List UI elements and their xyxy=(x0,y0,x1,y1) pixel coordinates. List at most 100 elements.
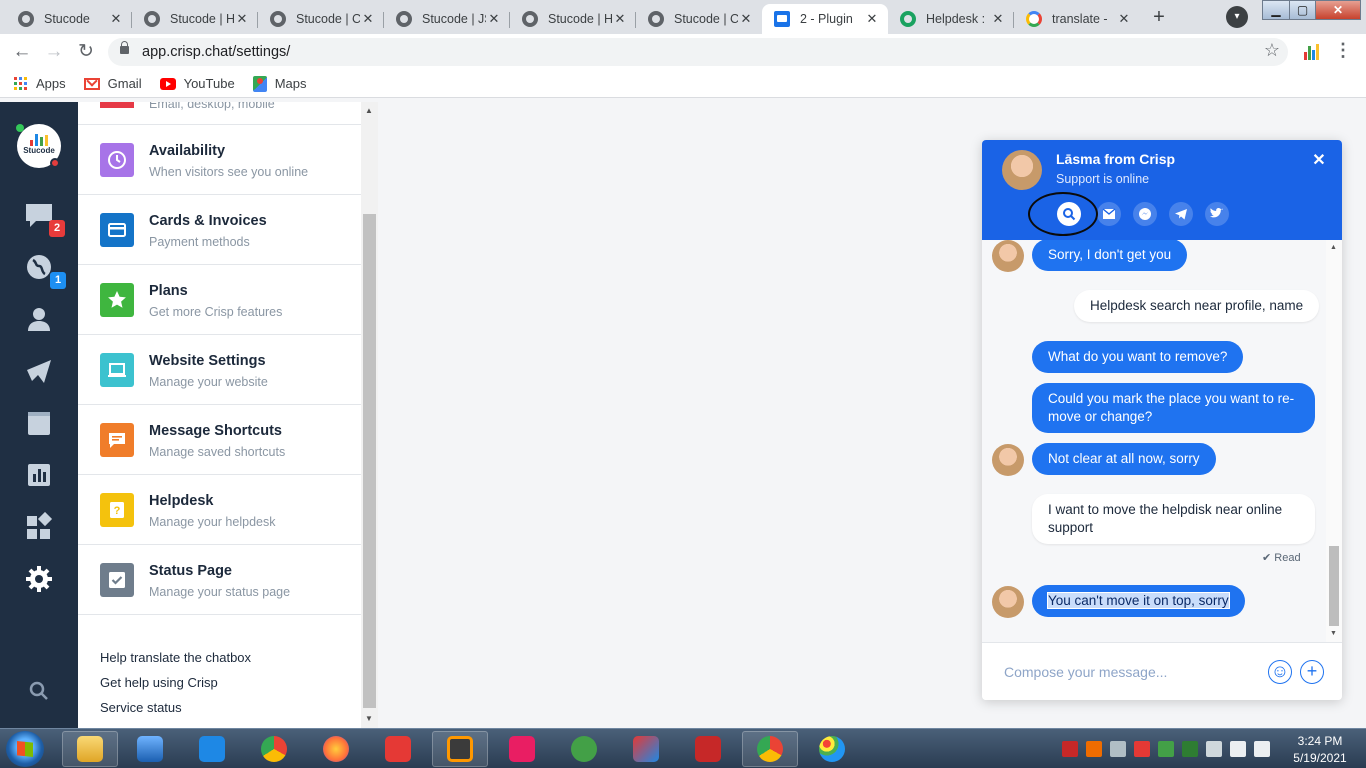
attach-plus-icon[interactable]: + xyxy=(1300,660,1324,684)
settings-item-availability[interactable]: Availability When visitors see you onlin… xyxy=(78,125,361,195)
chat-scrollbar[interactable]: ▲ ▼ xyxy=(1326,240,1342,642)
start-button[interactable] xyxy=(6,731,44,767)
scroll-up-arrow-icon[interactable]: ▲ xyxy=(365,106,373,115)
bookmark-maps[interactable]: Maps xyxy=(252,75,306,92)
browser-tab[interactable]: translate - ✕ xyxy=(1014,4,1140,34)
settings-item-status-page[interactable]: Status Page Manage your status page xyxy=(78,545,361,615)
forward-arrow-icon[interactable]: → xyxy=(42,40,66,64)
bookmarks-bar: Apps Gmail YouTube Maps xyxy=(0,70,1366,98)
telegram-icon[interactable] xyxy=(1169,202,1193,226)
app-icon[interactable] xyxy=(618,731,674,767)
window-maximize-button[interactable]: ▢ xyxy=(1289,0,1316,20)
tray-app-icon[interactable] xyxy=(1134,741,1150,757)
browser-tab-active[interactable]: 2 - Plugin ✕ xyxy=(762,4,888,34)
close-tab-icon[interactable]: ✕ xyxy=(486,11,502,27)
close-tab-icon[interactable]: ✕ xyxy=(990,11,1006,27)
close-chat-button[interactable]: ✕ xyxy=(1309,151,1329,171)
scrollbar-thumb[interactable] xyxy=(1329,546,1339,626)
close-tab-icon[interactable]: ✕ xyxy=(864,11,880,27)
chrome-active-icon[interactable] xyxy=(742,731,798,767)
scroll-up-arrow-icon[interactable]: ▲ xyxy=(1330,244,1337,251)
network-icon[interactable] xyxy=(1230,741,1246,757)
messenger-icon[interactable] xyxy=(1133,202,1157,226)
scroll-down-arrow-icon[interactable]: ▼ xyxy=(1330,630,1337,637)
plugins-icon[interactable] xyxy=(24,511,54,542)
screen-recorder-icon[interactable] xyxy=(680,731,736,767)
close-tab-icon[interactable]: ✕ xyxy=(234,11,250,27)
maps-app-icon[interactable] xyxy=(184,731,240,767)
close-tab-icon[interactable]: ✕ xyxy=(612,11,628,27)
settings-item-plans[interactable]: Plans Get more Crisp features xyxy=(78,265,361,335)
taskbar-clock[interactable]: 3:24 PM 5/19/2021 xyxy=(1284,733,1356,767)
operator-message: Not clear at all now, sorry xyxy=(1032,443,1216,475)
tab-search-icon[interactable]: ▾ xyxy=(1226,6,1248,28)
settings-scrollbar[interactable]: ▲ ▼ xyxy=(361,102,378,728)
extension-icon[interactable] xyxy=(1304,42,1320,60)
scrollbar-thumb[interactable] xyxy=(363,214,376,708)
scroll-down-arrow-icon[interactable]: ▼ xyxy=(365,714,373,723)
window-close-button[interactable]: ✕ xyxy=(1315,0,1361,20)
system-tray xyxy=(1062,741,1270,757)
bookmark-youtube[interactable]: YouTube xyxy=(159,76,235,91)
search-icon[interactable] xyxy=(28,680,50,702)
tray-app-icon[interactable] xyxy=(1158,741,1174,757)
close-tab-icon[interactable]: ✕ xyxy=(108,11,124,27)
emoji-icon[interactable]: ☺ xyxy=(1268,660,1292,684)
settings-item-notifications[interactable]: Email, desktop, mobile xyxy=(78,102,361,125)
settings-item-website-settings[interactable]: Website Settings Manage your website xyxy=(78,335,361,405)
tray-app-icon[interactable] xyxy=(1182,741,1198,757)
sublime-text-icon[interactable] xyxy=(432,731,488,767)
new-tab-button[interactable]: + xyxy=(1147,6,1171,30)
analytics-icon[interactable] xyxy=(24,460,54,490)
window-minimize-button[interactable]: ▁ xyxy=(1262,0,1290,20)
tray-app-icon[interactable] xyxy=(1110,741,1126,757)
paint-icon[interactable] xyxy=(804,731,860,767)
card-icon xyxy=(100,213,134,247)
settings-gear-icon[interactable] xyxy=(24,564,54,594)
chrome-icon[interactable] xyxy=(246,731,302,767)
settings-item-cards-invoices[interactable]: Cards & Invoices Payment methods xyxy=(78,195,361,265)
file-explorer-icon[interactable] xyxy=(62,731,118,767)
back-arrow-icon[interactable]: ← xyxy=(10,40,34,64)
browser-tab[interactable]: Stucode | JS ✕ xyxy=(384,4,510,34)
service-status-link[interactable]: Service status xyxy=(100,695,251,720)
reload-icon[interactable]: ↻ xyxy=(74,40,98,64)
tray-app-icon[interactable] xyxy=(1086,741,1102,757)
bookmark-apps[interactable]: Apps xyxy=(14,76,66,91)
email-icon[interactable] xyxy=(1097,202,1121,226)
close-tab-icon[interactable]: ✕ xyxy=(360,11,376,27)
campaigns-icon[interactable] xyxy=(24,356,54,386)
app-icon[interactable] xyxy=(370,731,426,767)
settings-item-message-shortcuts[interactable]: Message Shortcuts Manage saved shortcuts xyxy=(78,405,361,475)
video-app-icon[interactable] xyxy=(494,731,550,767)
tray-app-icon[interactable] xyxy=(1062,741,1078,757)
settings-item-title: Cards & Invoices xyxy=(149,213,267,229)
browser-tab[interactable]: Helpdesk : ✕ xyxy=(888,4,1014,34)
get-help-link[interactable]: Get help using Crisp xyxy=(100,670,251,695)
globe-icon xyxy=(396,11,412,27)
contacts-icon[interactable] xyxy=(24,304,54,334)
settings-item-helpdesk[interactable]: ? Helpdesk Manage your helpdesk xyxy=(78,475,361,545)
bookmark-star-icon[interactable]: ☆ xyxy=(1264,40,1280,61)
address-bar[interactable]: app.crisp.chat/settings/ ☆ xyxy=(108,38,1288,66)
media-player-icon[interactable] xyxy=(122,731,178,767)
twitter-icon[interactable] xyxy=(1205,202,1229,226)
tray-app-icon[interactable] xyxy=(1206,741,1222,757)
browser-tab[interactable]: Stucode | H ✕ xyxy=(510,4,636,34)
volume-icon[interactable] xyxy=(1254,741,1270,757)
firefox-icon[interactable] xyxy=(308,731,364,767)
browser-tab[interactable]: Stucode ✕ xyxy=(6,4,132,34)
browser-tab[interactable]: Stucode | H ✕ xyxy=(132,4,258,34)
close-tab-icon[interactable]: ✕ xyxy=(1116,11,1132,27)
settings-item-desc: Manage your helpdesk xyxy=(149,515,276,529)
close-tab-icon[interactable]: ✕ xyxy=(738,11,754,27)
browser-tab[interactable]: Stucode | C ✕ xyxy=(636,4,762,34)
tab-title: Stucode | H xyxy=(170,12,234,26)
bookmark-gmail[interactable]: Gmail xyxy=(83,76,142,91)
browser-tab[interactable]: Stucode | C ✕ xyxy=(258,4,384,34)
browser-menu-icon[interactable]: ⋮ xyxy=(1334,40,1352,61)
help-translate-link[interactable]: Help translate the chatbox xyxy=(100,645,251,670)
compose-input[interactable]: Compose your message... xyxy=(1004,664,1167,680)
app-icon[interactable] xyxy=(556,731,612,767)
helpdesk-book-icon[interactable] xyxy=(24,408,54,438)
